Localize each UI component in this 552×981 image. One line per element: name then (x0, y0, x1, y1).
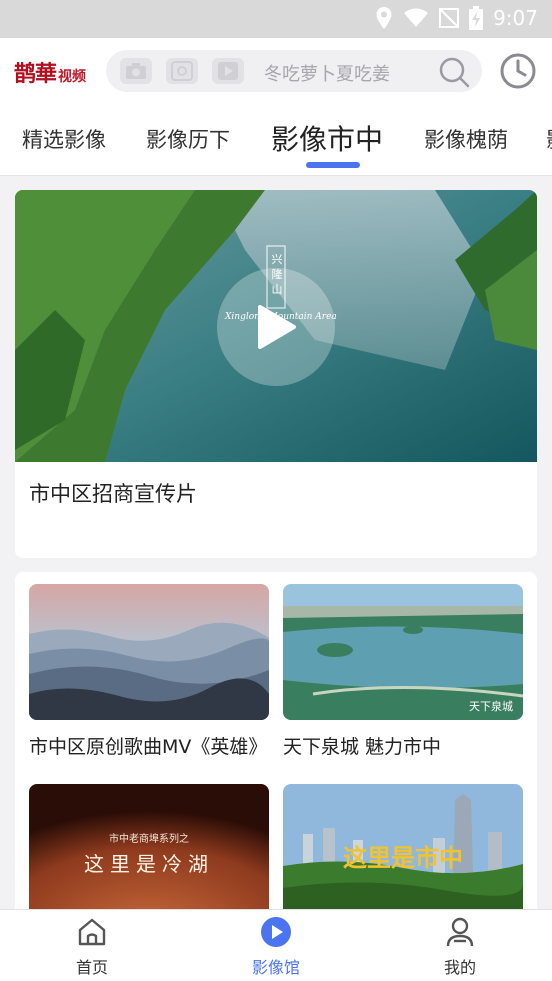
logo-sub: 视频 (58, 69, 87, 85)
tab-lixia[interactable]: 影像历下 (146, 124, 230, 154)
thumb-title: 这里是冷湖 (84, 852, 214, 876)
active-tab-indicator (306, 162, 360, 168)
category-tabs: 精选影像 影像历下 影像市中 影像槐荫 影 (0, 104, 552, 176)
nav-home[interactable]: 首页 (42, 916, 142, 978)
app-header: 鹊華 视频 冬吃萝卜夏吃姜 (0, 38, 552, 104)
video-play-icon (261, 917, 291, 947)
nav-gallery[interactable]: 影像馆 (226, 916, 326, 978)
signal-off-icon (439, 8, 460, 28)
content-area[interactable]: 兴隆山 Xinglong Mountain Area 市中区招商宣传片 市中区原… (0, 176, 552, 909)
video-thumbnail: 市中老商埠系列之 这里是冷湖 (29, 784, 269, 909)
thumb-title: 这里是市中 (343, 843, 463, 872)
home-icon (78, 918, 106, 946)
wifi-icon (404, 8, 429, 27)
nav-home-label: 首页 (75, 958, 108, 977)
search-bar[interactable]: 冬吃萝卜夏吃姜 (106, 50, 482, 92)
logo-main: 鹊華 (14, 61, 57, 87)
user-icon (446, 917, 474, 947)
camera-switch-icon[interactable] (166, 58, 198, 84)
location-icon (376, 7, 392, 29)
video-icon[interactable] (212, 58, 244, 84)
thumb-watermark: 天下泉城 (469, 700, 513, 713)
battery-charging-icon (469, 6, 484, 30)
featured-title[interactable]: 市中区招商宣传片 (29, 478, 197, 508)
video-card[interactable]: 天下泉城 天下泉城 魅力市中 (283, 584, 523, 759)
tab-huaiyin[interactable]: 影像槐荫 (424, 124, 508, 154)
video-title: 市中区原创歌曲MV《英雄》 (29, 736, 268, 758)
history-icon[interactable] (498, 51, 538, 91)
nav-gallery-label: 影像馆 (251, 958, 300, 977)
video-card[interactable]: 市中老商埠系列之 这里是冷湖 (29, 784, 269, 909)
app-logo[interactable]: 鹊華 视频 (14, 56, 86, 88)
video-thumbnail (29, 584, 269, 720)
video-thumbnail: 天下泉城 (283, 584, 523, 720)
tab-jingxuan[interactable]: 精选影像 (22, 124, 106, 154)
play-button[interactable] (217, 268, 335, 386)
tab-more[interactable]: 影 (546, 124, 552, 154)
video-thumbnail: 这里是市中 (283, 784, 523, 909)
video-card[interactable]: 市中区原创歌曲MV《英雄》 (29, 584, 269, 759)
nav-profile[interactable]: 我的 (410, 916, 510, 978)
bottom-nav: 首页 影像馆 我的 (0, 909, 552, 981)
video-title: 天下泉城 魅力市中 (283, 736, 442, 758)
status-time: 9:07 (493, 6, 538, 30)
thumb-subtitle: 市中老商埠系列之 (109, 834, 189, 845)
video-card[interactable]: 这里是市中 (283, 784, 523, 909)
nav-profile-label: 我的 (443, 958, 476, 977)
video-grid: 市中区原创歌曲MV《英雄》 天下泉城 天下泉城 魅力市中 市中老商埠系列之 这里… (15, 572, 537, 909)
camera-icon[interactable] (120, 58, 152, 84)
featured-video-card[interactable]: 兴隆山 Xinglong Mountain Area 市中区招商宣传片 (15, 190, 537, 558)
status-bar: 9:07 (0, 0, 552, 38)
tab-shizhong[interactable]: 影像市中 (271, 118, 383, 158)
play-icon (258, 305, 296, 349)
search-placeholder[interactable]: 冬吃萝卜夏吃姜 (264, 60, 390, 86)
search-icon[interactable] (438, 56, 470, 88)
